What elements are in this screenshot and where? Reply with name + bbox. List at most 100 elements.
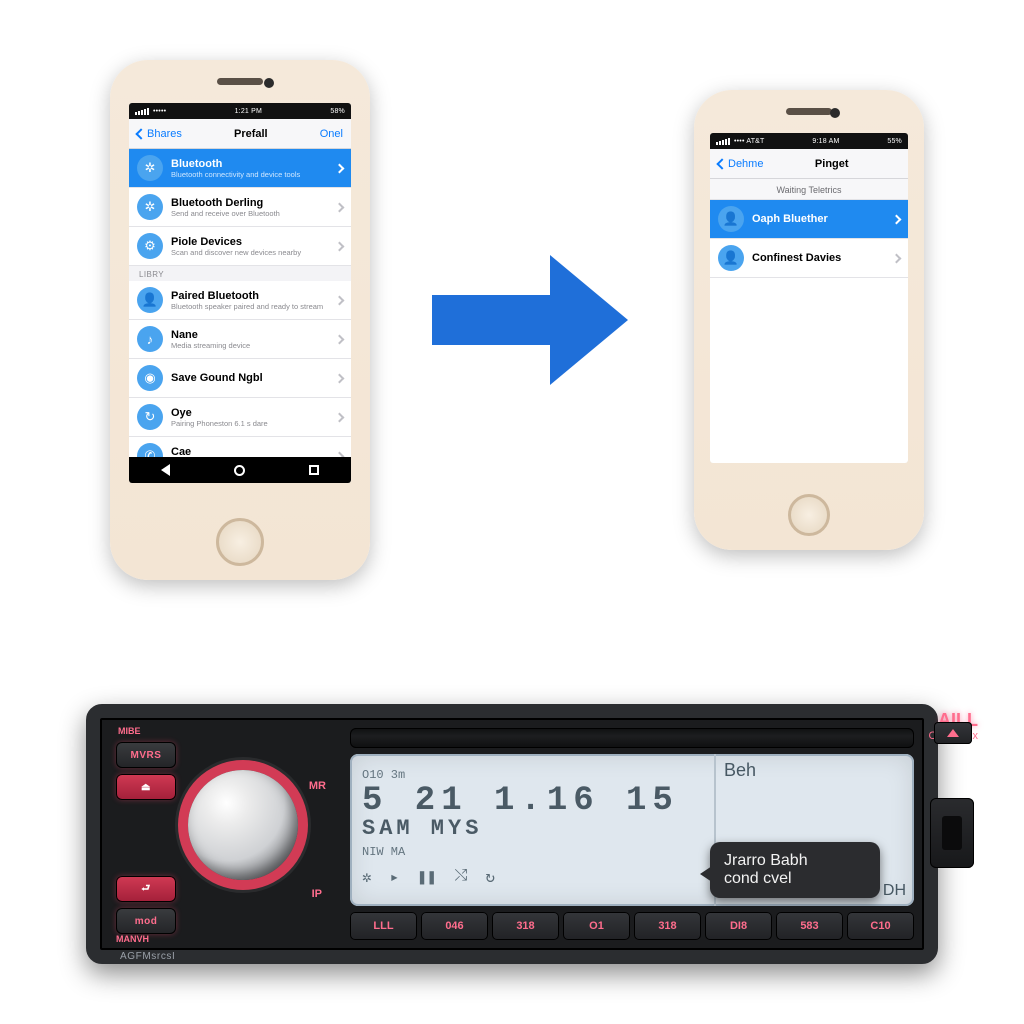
preset-button[interactable]: O1: [563, 912, 630, 940]
list-item[interactable]: 👤Confinest Davies: [710, 239, 908, 278]
list-item[interactable]: ✲BluetoothBluetooth connectivity and dev…: [129, 149, 351, 188]
shuffle-icon: ⤭: [455, 867, 468, 887]
item-title: Cae: [171, 446, 328, 458]
item-title: Save Gound Ngbl: [171, 372, 328, 384]
source-button[interactable]: MVRS: [116, 742, 176, 768]
preset-row: LLL046318O1318DI8583C10: [350, 912, 914, 940]
power-button[interactable]: ⮐: [116, 876, 176, 902]
manual-label: MANVH: [116, 934, 149, 944]
bluetooth-icon: ✲: [137, 194, 163, 220]
lcd-display: O10 3m 5 21 1.16 15 SAM MYS NIW MA ✲ ▸ ❚…: [350, 754, 914, 906]
device-icon: ⚙: [137, 233, 163, 259]
settings-list[interactable]: ✲ BluetoothBluetooth connectivity and dev…: [129, 149, 351, 457]
preset-button[interactable]: LLL: [350, 912, 417, 940]
lcd-dh-label: DH: [883, 882, 906, 900]
volume-knob[interactable]: [188, 770, 298, 880]
chevron-right-icon: [335, 412, 345, 422]
list-subheader: Waiting Teletrics: [710, 179, 908, 200]
play-icon: ▸: [390, 867, 400, 887]
recents-softkey[interactable]: [309, 465, 319, 475]
avatar-icon: 👤: [718, 245, 744, 271]
chevron-right-icon: [892, 214, 902, 224]
clock-label: 9:18 AM: [812, 138, 839, 145]
preset-button[interactable]: C10: [847, 912, 914, 940]
earpiece: [786, 108, 832, 115]
eject-button[interactable]: ⏏: [116, 774, 176, 800]
chevron-left-icon: [135, 128, 146, 139]
devices-list[interactable]: 👤Oaph Bluether👤Confinest Davies: [710, 200, 908, 463]
back-button[interactable]: Bhares: [137, 128, 182, 140]
phone-icon: ✆: [137, 443, 163, 457]
preset-button[interactable]: 583: [776, 912, 843, 940]
home-button[interactable]: [788, 494, 830, 536]
chevron-right-icon: [335, 241, 345, 251]
nav-title: Prefall: [182, 128, 320, 140]
item-title: Piole Devices: [171, 236, 328, 248]
battery-label: 58%: [330, 108, 345, 115]
knob-label-mr: MR: [309, 780, 326, 792]
list-item[interactable]: ♪NaneMedia streaming device: [129, 320, 351, 359]
nav-title: Pinget: [763, 158, 900, 170]
home-softkey[interactable]: [234, 465, 245, 476]
lcd-small-1: O10 3m: [362, 768, 405, 782]
list-item[interactable]: ◉ Save Gound Ngbl: [129, 359, 351, 398]
bluetooth-icon: ✲: [362, 867, 372, 887]
stereo-right-panel: AILL CorterBox O10 3m 5 21 1.16 15 SAM M…: [350, 728, 914, 940]
speech-bubble: Jrarro Babh cond cvel: [710, 842, 880, 898]
sync-icon: ↻: [137, 404, 163, 430]
usb-slot[interactable]: [930, 798, 974, 868]
phone-right: •••• AT&T 9:18 AM 55% Dehme Pinget Waiti…: [694, 90, 924, 550]
lcd-small-2: NIW MA: [362, 845, 405, 859]
back-button[interactable]: Dehme: [718, 158, 763, 170]
cd-slot[interactable]: [350, 728, 914, 748]
back-softkey[interactable]: [161, 464, 170, 476]
item-subtitle: Send and receive over Bluetooth: [171, 209, 328, 218]
chevron-right-icon: [335, 202, 345, 212]
preset-button[interactable]: 046: [421, 912, 488, 940]
chevron-right-icon: [335, 163, 345, 173]
nav-bar: Dehme Pinget: [710, 149, 908, 179]
chevron-right-icon: [335, 334, 345, 344]
bubble-line-1: Jrarro Babh: [724, 852, 866, 870]
item-subtitle: Scan and discover new devices nearby: [171, 248, 328, 257]
bubble-line-2: cond cvel: [724, 870, 866, 888]
item-title: Bluetooth Derling: [171, 197, 328, 209]
phone-left-screen: ••••• 1:21 PM 58% Bhares Prefall Onel ✲B…: [129, 103, 351, 483]
battery-label: 55%: [887, 138, 902, 145]
car-stereo: MIBE MVRS ⏏ MR IP ⮐ mod MANVH AGFMsrcsI …: [86, 704, 938, 964]
home-button[interactable]: [216, 518, 264, 566]
list-item[interactable]: 👤Paired BluetoothBluetooth speaker paire…: [129, 281, 351, 320]
mode-button[interactable]: mod: [116, 908, 176, 934]
nav-action[interactable]: Onel: [320, 128, 343, 140]
list-item[interactable]: ✲ Bluetooth DerlingSend and receive over …: [129, 188, 351, 227]
repeat-icon: ↻: [485, 867, 495, 887]
front-camera: [830, 108, 840, 118]
item-subtitle: Bluetooth speaker paired and ready to st…: [171, 302, 328, 311]
globe-icon: ◉: [137, 365, 163, 391]
list-item[interactable]: 👤Oaph Bluether: [710, 200, 908, 239]
avatar-icon: 👤: [718, 206, 744, 232]
earpiece: [217, 78, 263, 85]
item-title: Nane: [171, 329, 328, 341]
preset-button[interactable]: DI8: [705, 912, 772, 940]
mode-label: MIBE: [118, 726, 141, 736]
arrow-right-icon: [432, 245, 632, 395]
phone-right-screen: •••• AT&T 9:18 AM 55% Dehme Pinget Waiti…: [710, 133, 908, 463]
preset-button[interactable]: 318: [634, 912, 701, 940]
list-item[interactable]: ↻OyePairing Phoneston 6.1 s dare: [129, 398, 351, 437]
chevron-right-icon: [335, 295, 345, 305]
back-label: Bhares: [147, 128, 182, 140]
knob-label-ip: IP: [312, 888, 322, 900]
lcd-beh-label: Beh: [724, 760, 756, 781]
item-subtitle: Bluetooth connectivity and device tools: [171, 170, 328, 179]
lcd-icon-row: ✲ ▸ ❚❚ ⤭ ↻: [362, 867, 702, 887]
item-title: Bluetooth: [171, 158, 328, 170]
preset-button[interactable]: 318: [492, 912, 559, 940]
disc-eject-button[interactable]: [934, 722, 972, 744]
chevron-right-icon: [335, 451, 345, 457]
list-item[interactable]: ⚙ Piole DevicesScan and discover new devi…: [129, 227, 351, 266]
model-label: AGFMsrcsI: [120, 951, 175, 962]
item-title: Oye: [171, 407, 328, 419]
front-camera: [264, 78, 274, 88]
list-item[interactable]: ✆CaeConnect different PA Cable: [129, 437, 351, 457]
